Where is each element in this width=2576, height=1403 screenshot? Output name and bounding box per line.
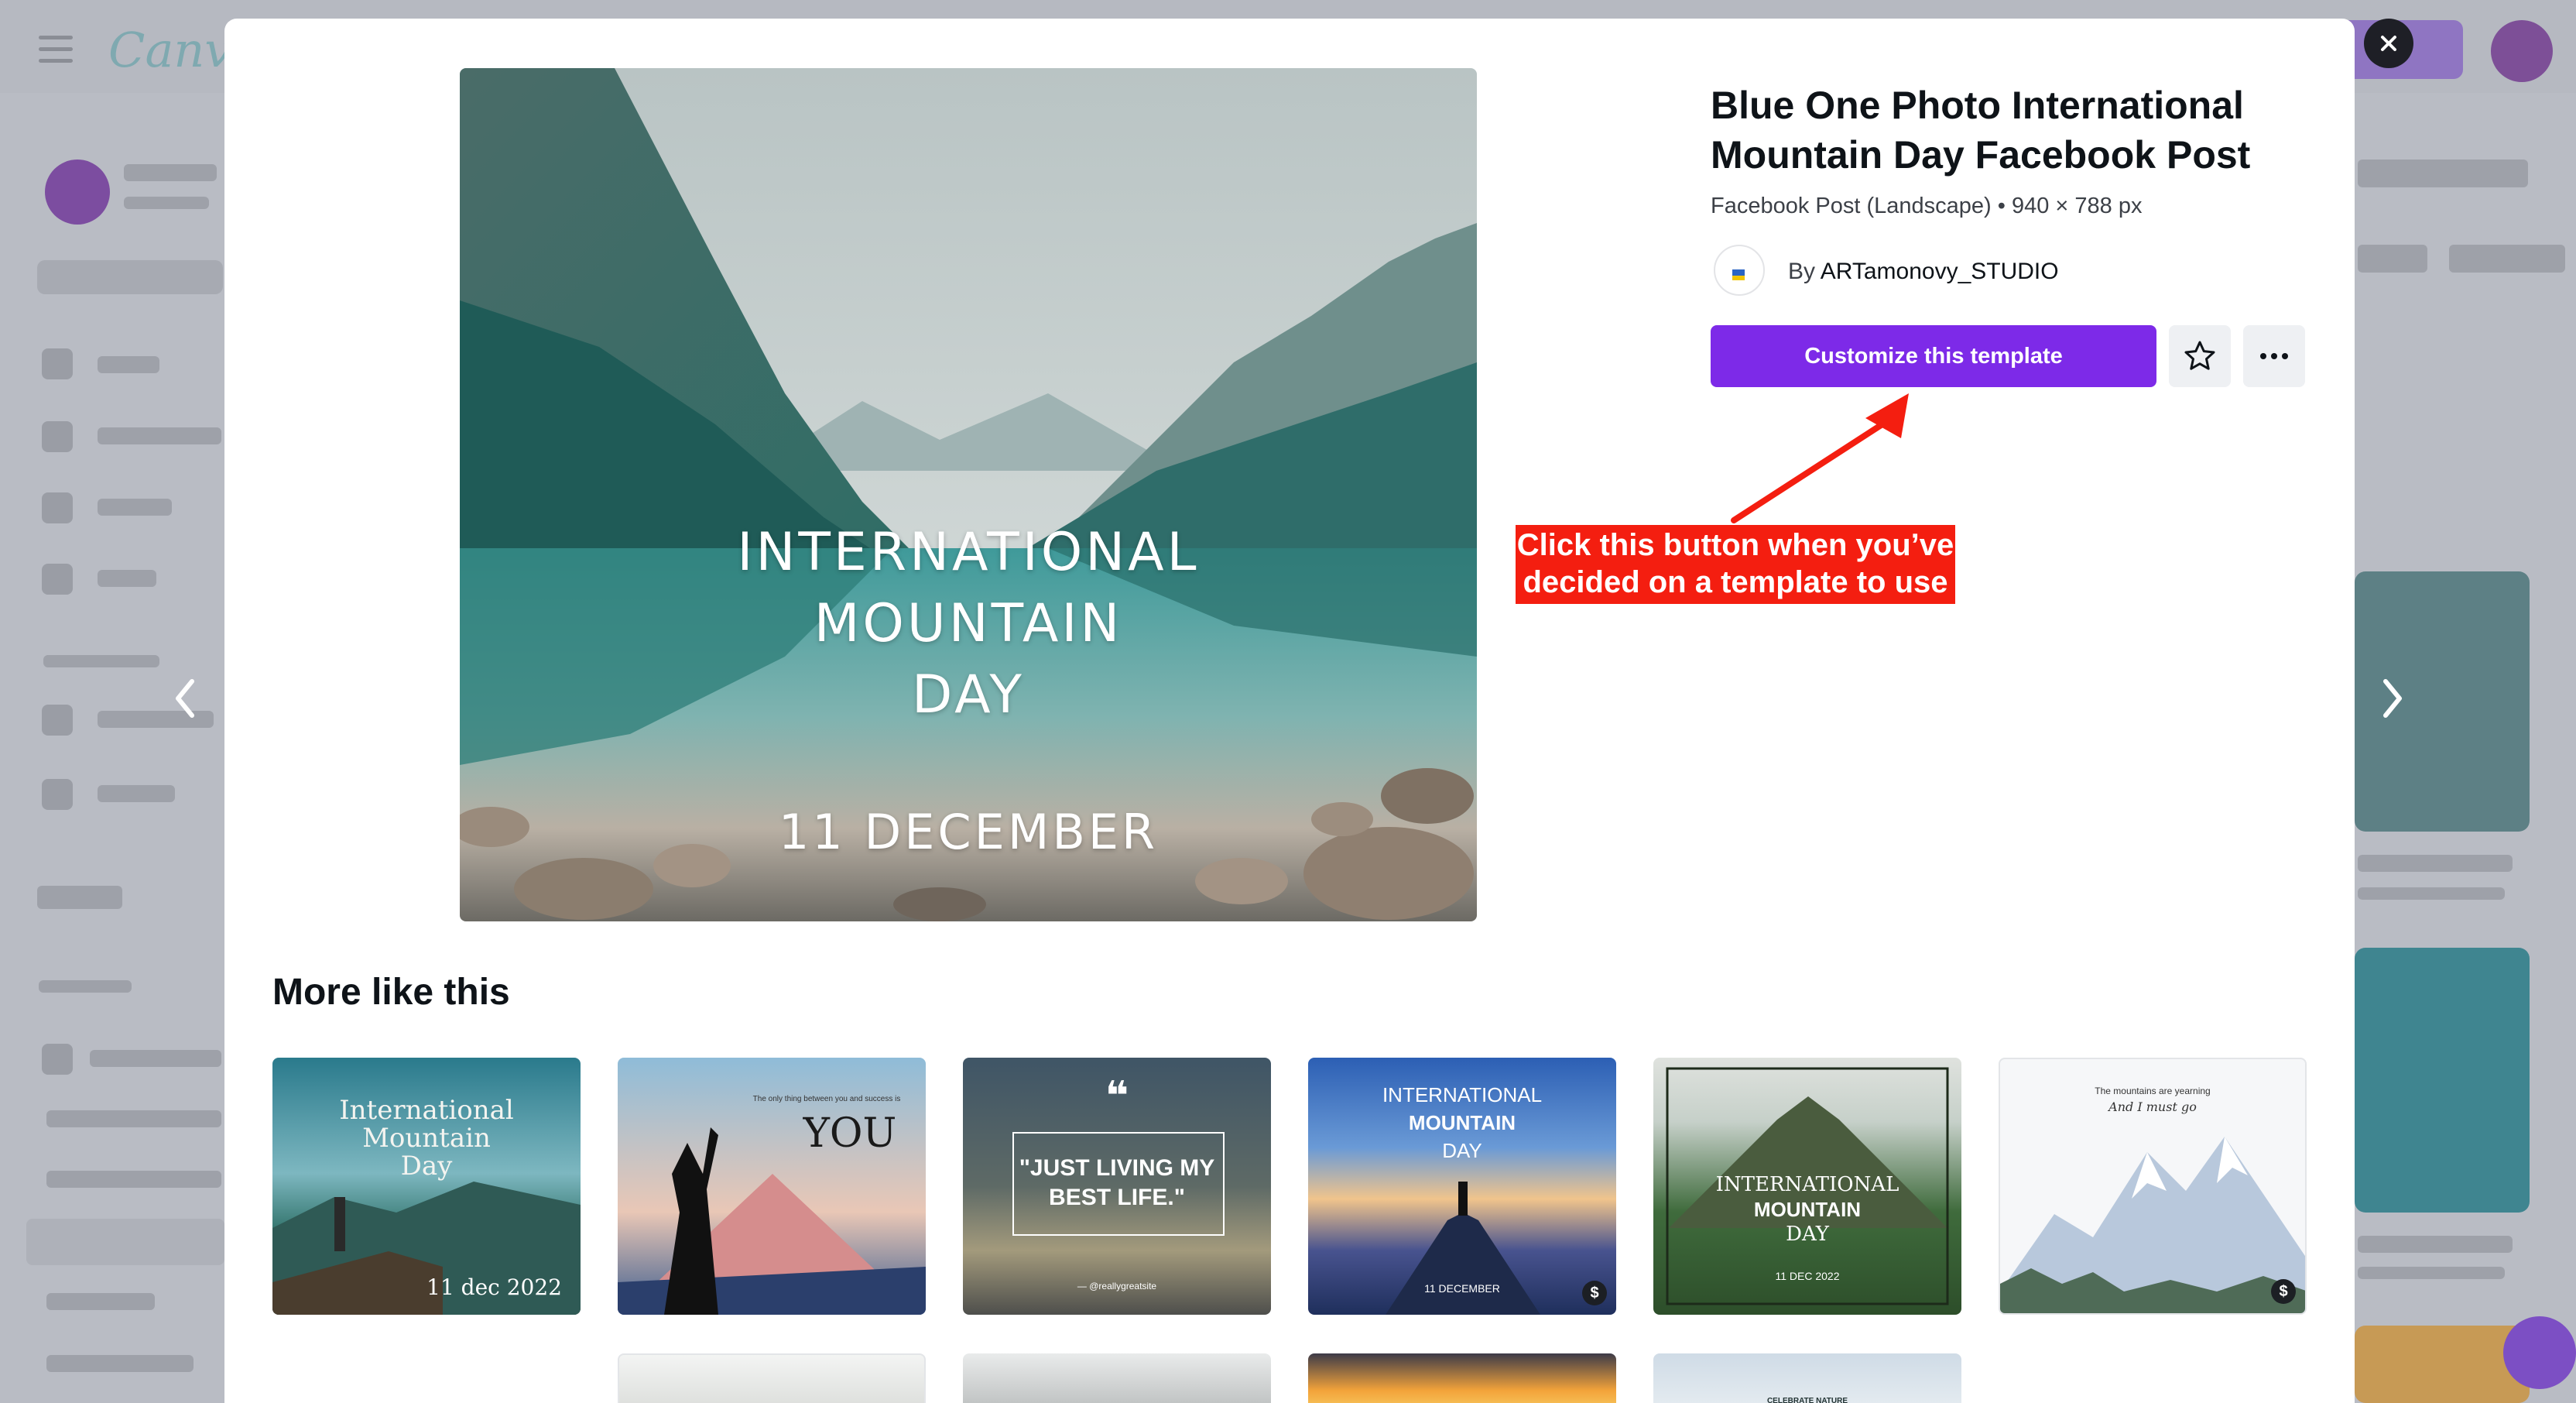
background-sidebar-line bbox=[98, 570, 156, 587]
template-card[interactable]: The only thing between you and success i… bbox=[618, 1058, 926, 1315]
card-date: 11 DEC 2022 bbox=[1775, 1270, 1840, 1282]
background-sidebar-icon bbox=[42, 492, 73, 523]
preview-date: 11 DECEMBER bbox=[778, 804, 1159, 860]
preview-headline-line: DAY bbox=[912, 664, 1025, 726]
background-team-avatar bbox=[45, 160, 110, 225]
background-thumbnail bbox=[2355, 948, 2530, 1213]
background-sidebar-line bbox=[124, 164, 217, 181]
template-card[interactable]: International Mountain Day 11 dec 2022 bbox=[272, 1058, 581, 1315]
card-line: International bbox=[339, 1095, 514, 1126]
background-sidebar-selected bbox=[26, 1219, 224, 1265]
card-line: "JUST LIVING MY bbox=[1019, 1155, 1215, 1181]
template-card[interactable] bbox=[963, 1353, 1271, 1403]
background-help-button bbox=[2503, 1316, 2576, 1389]
next-template-button[interactable] bbox=[2361, 667, 2423, 729]
card-line: INTERNATIONAL bbox=[1382, 1083, 1543, 1106]
background-sidebar-line bbox=[46, 1171, 221, 1188]
card-date: 11 DECEMBER bbox=[1424, 1282, 1500, 1295]
background-sidebar-line bbox=[98, 427, 221, 444]
premium-badge: $ bbox=[2271, 1279, 2296, 1304]
background-sidebar-line bbox=[98, 356, 159, 373]
background-sidebar-icon bbox=[42, 421, 73, 452]
background-sidebar-line bbox=[46, 1355, 194, 1372]
card-line: MOUNTAIN bbox=[1753, 1198, 1862, 1221]
card-line: BEST LIFE." bbox=[1049, 1185, 1185, 1210]
background-sidebar-line bbox=[39, 980, 132, 993]
template-card[interactable]: INTERNATIONAL MOUNTAIN DAY 11 DECEMBER $ bbox=[1308, 1058, 1616, 1315]
template-card[interactable] bbox=[618, 1353, 926, 1403]
chevron-right-icon bbox=[2383, 679, 2402, 718]
template-card[interactable]: CELEBRATE NATURE bbox=[1653, 1353, 1961, 1403]
template-card[interactable]: The mountains are yearning And I must go… bbox=[1999, 1058, 2307, 1315]
template-preview-modal: INTERNATIONAL MOUNTAIN DAY 11 DECEMBER B… bbox=[224, 19, 2355, 1403]
background-right-line bbox=[2449, 245, 2565, 273]
annotation-arrow-icon bbox=[1731, 393, 1909, 523]
background-sidebar-line bbox=[46, 1110, 221, 1127]
previous-template-button[interactable] bbox=[155, 667, 217, 729]
template-card[interactable] bbox=[1308, 1353, 1616, 1403]
card-line: DAY bbox=[1786, 1223, 1829, 1246]
hamburger-menu-icon bbox=[39, 36, 73, 63]
background-right-line bbox=[2358, 160, 2528, 187]
background-sidebar-line bbox=[37, 886, 122, 909]
chevron-left-icon bbox=[176, 679, 194, 718]
background-right-line bbox=[2358, 1236, 2513, 1253]
background-sidebar-icon bbox=[42, 564, 73, 595]
more-like-this-heading: More like this bbox=[272, 972, 510, 1013]
card-line: INTERNATIONAL bbox=[1715, 1173, 1899, 1196]
card-date: 11 dec 2022 bbox=[426, 1274, 562, 1300]
card-line: DAY bbox=[1442, 1139, 1482, 1162]
card-site: — @reallygreatsite bbox=[1077, 1281, 1157, 1292]
quote-icon: ❝ bbox=[1105, 1074, 1129, 1119]
close-modal-button[interactable] bbox=[2364, 19, 2413, 68]
background-thumbnail bbox=[2355, 1326, 2530, 1403]
background-avatar bbox=[2491, 20, 2553, 82]
background-sidebar-line bbox=[90, 1050, 221, 1067]
background-sidebar-line bbox=[98, 785, 175, 802]
card-line: MOUNTAIN bbox=[1408, 1111, 1516, 1134]
background-right-line bbox=[2358, 855, 2513, 872]
annotation-callout: Click this button when you’ve decided on… bbox=[1516, 525, 1955, 604]
card-big-text: YOU bbox=[803, 1110, 897, 1157]
background-sidebar-line bbox=[124, 197, 209, 209]
background-sidebar-line bbox=[46, 1293, 155, 1310]
background-sidebar-icon bbox=[42, 705, 73, 736]
background-right-line bbox=[2358, 245, 2427, 273]
annotation-line: Click this button when you’ve bbox=[1516, 528, 1954, 562]
background-sidebar-line bbox=[43, 655, 159, 667]
card-line: CELEBRATE NATURE bbox=[1766, 1397, 1848, 1403]
background-right-line bbox=[2358, 887, 2505, 900]
card-thumbnail bbox=[2000, 1137, 2305, 1313]
card-line: Mountain bbox=[362, 1123, 491, 1154]
background-sidebar-icon bbox=[42, 348, 73, 379]
background-sidebar-icon bbox=[42, 779, 73, 810]
background-right-line bbox=[2358, 1267, 2505, 1279]
card-small-text: The only thing between you and success i… bbox=[752, 1095, 901, 1103]
annotation-line: decided on a template to use bbox=[1523, 565, 1948, 599]
background-sidebar-icon bbox=[42, 1044, 73, 1075]
background-sidebar-line bbox=[98, 499, 172, 516]
template-card[interactable]: ❝ "JUST LIVING MY BEST LIFE." — @reallyg… bbox=[963, 1058, 1271, 1315]
card-line: And I must go bbox=[2108, 1099, 2197, 1114]
premium-badge: $ bbox=[1582, 1281, 1607, 1305]
card-line: Day bbox=[400, 1151, 453, 1182]
template-card[interactable]: INTERNATIONAL MOUNTAIN DAY 11 DEC 2022 bbox=[1653, 1058, 1961, 1315]
close-icon bbox=[2381, 36, 2396, 51]
card-line: The mountains are yearning bbox=[2095, 1086, 2211, 1096]
background-sidebar-pill bbox=[37, 260, 223, 294]
